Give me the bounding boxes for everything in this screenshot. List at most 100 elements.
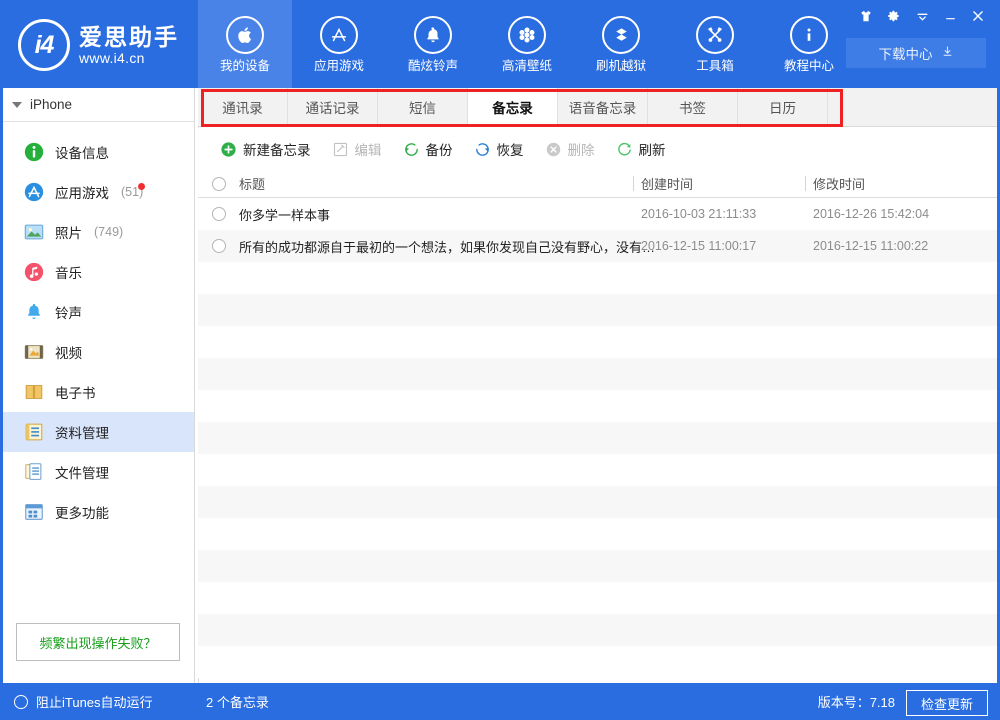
- info-circle-icon: [23, 141, 45, 163]
- sidebar-item-label: 照片: [55, 226, 82, 241]
- refresh-icon: [616, 141, 633, 158]
- backup-button[interactable]: 备份: [394, 134, 462, 164]
- table-row-empty: [198, 646, 997, 678]
- window-controls: [852, 0, 992, 32]
- tab-calendar[interactable]: 日历: [738, 88, 828, 126]
- tab-voice-memos[interactable]: 语音备忘录: [558, 88, 648, 126]
- sidebar-item-photos[interactable]: 照片 (749): [3, 212, 194, 252]
- tab-sms[interactable]: 短信: [378, 88, 468, 126]
- column-header-created[interactable]: 创建时间: [641, 170, 693, 197]
- table-row-empty: [198, 550, 997, 582]
- nav-item-wallpapers[interactable]: 高清壁纸: [480, 0, 574, 88]
- sidebar-item-ebooks[interactable]: 电子书: [3, 372, 194, 412]
- tab-notes[interactable]: 备忘录: [468, 88, 558, 126]
- chevron-down-icon[interactable]: [908, 3, 936, 29]
- download-center-button[interactable]: 下载中心: [846, 38, 986, 68]
- tab-contacts[interactable]: 通讯录: [198, 88, 288, 126]
- table-row[interactable]: 你多学一样本事 2016-10-03 21:11:33 2016-12-26 1…: [198, 198, 997, 230]
- sidebar-item-apps-games[interactable]: 应用游戏 (51): [3, 172, 194, 212]
- check-update-button[interactable]: 检查更新: [906, 690, 988, 716]
- notes-table-body[interactable]: 你多学一样本事 2016-10-03 21:11:33 2016-12-26 1…: [198, 198, 997, 683]
- table-row-empty: [198, 518, 997, 550]
- notes-count-status: 2 个备忘录: [206, 695, 269, 710]
- main-nav: 我的设备 应用游戏 酷炫铃声 高清壁纸 刷机越狱 工具箱 教程中心: [198, 0, 856, 88]
- sidebar-item-ringtones[interactable]: 铃声: [3, 292, 194, 332]
- device-name: iPhone: [30, 97, 73, 112]
- block-itunes-toggle[interactable]: 阻止iTunes自动运行: [14, 683, 153, 720]
- more-features-icon: [23, 501, 45, 523]
- music-icon: [23, 261, 45, 283]
- data-manage-icon: [23, 421, 45, 443]
- column-header-modified[interactable]: 修改时间: [813, 170, 865, 197]
- pencil-square-icon: [332, 141, 349, 158]
- nav-label: 教程中心: [783, 58, 834, 73]
- sidebar-item-label: 音乐: [55, 266, 82, 281]
- nav-item-flash-jailbreak[interactable]: 刷机越狱: [574, 0, 668, 88]
- file-manage-icon: [23, 461, 45, 483]
- restore-label: 恢复: [496, 143, 524, 158]
- tab-call-history[interactable]: 通话记录: [288, 88, 378, 126]
- nav-item-toolbox[interactable]: 工具箱: [668, 0, 762, 88]
- chevron-down-icon: [12, 101, 22, 108]
- notification-badge-dot: [138, 183, 145, 190]
- sidebar-list: 设备信息 应用游戏 (51) 照片 (749) 音乐 铃声 视频 电子书 资料管…: [3, 122, 194, 532]
- sidebar-item-label: 视频: [55, 346, 82, 361]
- dropbox-icon: [602, 15, 640, 54]
- gear-icon[interactable]: [880, 3, 908, 29]
- restore-button[interactable]: 恢复: [465, 134, 533, 164]
- row-select-radio[interactable]: [212, 207, 226, 221]
- info-icon: [790, 15, 828, 54]
- nav-item-apps-games[interactable]: 应用游戏: [292, 0, 386, 88]
- video-icon: [23, 341, 45, 363]
- table-row-empty: [198, 358, 997, 390]
- sidebar-item-videos[interactable]: 视频: [3, 332, 194, 372]
- sidebar-item-data-manage[interactable]: 资料管理: [3, 412, 194, 452]
- table-row-empty: [198, 294, 997, 326]
- logo-url: www.i4.cn: [79, 49, 145, 66]
- new-note-button[interactable]: 新建备忘录: [211, 134, 320, 164]
- photo-icon: [23, 221, 45, 243]
- delete-label: 删除: [567, 143, 595, 158]
- app-header: i4 爱思助手 www.i4.cn 我的设备 应用游戏 酷炫铃声 高清壁纸 刷机…: [3, 0, 997, 88]
- flower-icon: [508, 15, 546, 54]
- edit-button[interactable]: 编辑: [323, 134, 391, 164]
- column-header-title[interactable]: 标题: [239, 170, 265, 197]
- operation-failed-help-button[interactable]: 频繁出现操作失败？: [16, 623, 180, 661]
- table-row-empty: [198, 326, 997, 358]
- refresh-label: 刷新: [638, 143, 666, 158]
- close-icon[interactable]: [964, 3, 992, 29]
- sidebar-item-music[interactable]: 音乐: [3, 252, 194, 292]
- table-row-empty: [198, 422, 997, 454]
- minimize-icon[interactable]: [936, 3, 964, 29]
- delete-circle-icon: [545, 141, 562, 158]
- nav-label: 高清壁纸: [501, 58, 552, 73]
- row-select-radio[interactable]: [212, 239, 226, 253]
- nav-item-ringtones[interactable]: 酷炫铃声: [386, 0, 480, 88]
- device-header[interactable]: iPhone: [3, 88, 194, 122]
- table-row-empty: [198, 614, 997, 646]
- nav-item-tutorials[interactable]: 教程中心: [762, 0, 856, 88]
- refresh-button[interactable]: 刷新: [607, 134, 675, 164]
- nav-item-my-device[interactable]: 我的设备: [198, 0, 292, 88]
- delete-button[interactable]: 删除: [536, 134, 604, 164]
- apple-icon: [226, 15, 264, 54]
- edit-label: 编辑: [354, 143, 382, 158]
- ringtone-bell-icon: [23, 301, 45, 323]
- table-row-empty: [198, 390, 997, 422]
- download-center-label: 下载中心: [878, 47, 933, 62]
- notes-table-header: 标题 创建时间 修改时间: [198, 170, 997, 198]
- nav-label: 工具箱: [696, 58, 734, 73]
- sidebar-item-more-features[interactable]: 更多功能: [3, 492, 194, 532]
- skin-icon[interactable]: [852, 3, 880, 29]
- tab-bookmarks[interactable]: 书签: [648, 88, 738, 126]
- note-created-time: 2016-10-03 21:11:33: [641, 207, 757, 221]
- bell-icon: [414, 15, 452, 54]
- sidebar-item-device-info[interactable]: 设备信息: [3, 132, 194, 172]
- select-all-radio[interactable]: [212, 177, 226, 191]
- backup-arrow-icon: [403, 141, 420, 158]
- sidebar-item-label: 文件管理: [55, 466, 109, 481]
- sidebar-item-file-manage[interactable]: 文件管理: [3, 452, 194, 492]
- table-row[interactable]: 所有的成功都源自于最初的一个想法，如果你发现自己没有野心，没有… 2016-12…: [198, 230, 997, 262]
- nav-label: 我的设备: [219, 58, 270, 73]
- column-divider: [633, 176, 634, 191]
